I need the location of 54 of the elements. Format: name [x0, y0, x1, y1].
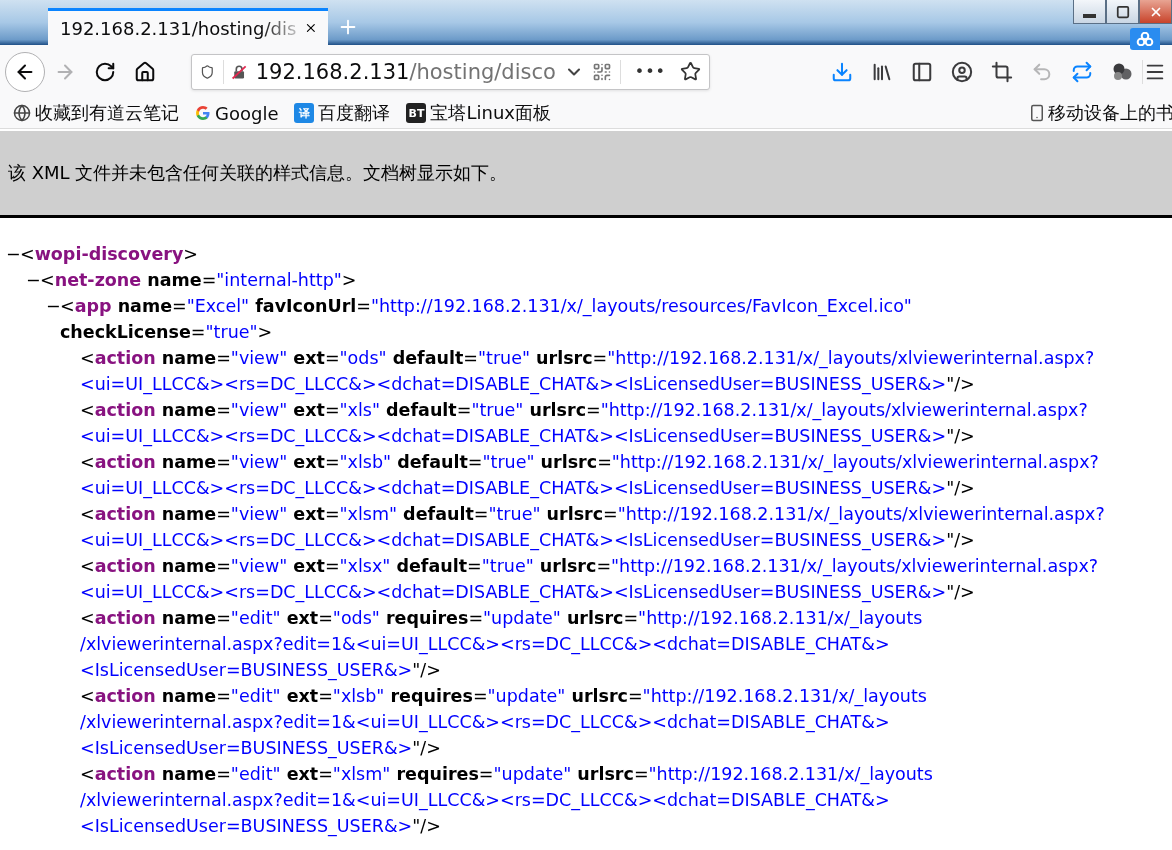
- xml-line: <action name="view" ext="xlsm" default="true" urlsrc="http://192.168.2.131/x/_layouts/xlviewerinternal.aspx?: [80, 503, 1106, 527]
- back-button[interactable]: [5, 51, 45, 92]
- xml-line: <action name="view" ext="ods" default="true" urlsrc="http://192.168.2.131/x/_layouts/xlviewerinternal.aspx?: [80, 347, 1096, 371]
- tab-title: 192.168.2.131/hosting/dis: [60, 17, 297, 39]
- browser-tab[interactable]: 192.168.2.131/hosting/dis: [48, 8, 328, 45]
- collapse-toggle[interactable]: −: [6, 241, 20, 267]
- bookmark-link[interactable]: Google: [195, 102, 279, 124]
- bookmark-label: Google: [215, 102, 279, 124]
- xml-line: <ui=UI_LLCC&><rs=DC_LLCC&><dchat=DISABLE_CHAT&><IsLicensedUser=BUSINESS_USER&>"/>: [80, 477, 976, 501]
- xml-line: <IsLicensedUser=BUSINESS_USER&>"/>: [80, 659, 442, 683]
- bookmark-link[interactable]: 译 百度翻译: [294, 101, 391, 125]
- maximize-button[interactable]: [1106, 0, 1139, 24]
- google-icon: [195, 105, 211, 121]
- xml-line: <action name="view" ext="xls" default="true" urlsrc="http://192.168.2.131/x/_layouts/xlviewerinternal.aspx?: [80, 399, 1089, 423]
- bookmark-label: 宝塔Linux面板: [430, 101, 551, 125]
- collapse-toggle[interactable]: −: [46, 293, 60, 319]
- favicon-badge: 译: [294, 103, 315, 123]
- favicon-badge: BT: [406, 103, 427, 123]
- collapse-toggle[interactable]: −: [26, 267, 40, 293]
- xml-line: /xlviewerinternal.aspx?edit=1&<ui=UI_LLCC&><rs=DC_LLCC&><dchat=DISABLE_CHAT&>: [80, 633, 891, 657]
- url-text: 192.168.2.131/hosting/disco: [255, 59, 556, 84]
- star-icon[interactable]: [680, 61, 701, 82]
- xml-line: <ui=UI_LLCC&><rs=DC_LLCC&><dchat=DISABLE_CHAT&><IsLicensedUser=BUSINESS_USER&>"/>: [80, 425, 976, 449]
- minimize-icon: [1083, 13, 1096, 18]
- bookmark-label: 百度翻译: [318, 101, 391, 125]
- xml-line: checkLicense="true">: [60, 321, 274, 344]
- qr-code-icon[interactable]: [591, 61, 612, 82]
- page-actions-button[interactable]: •••: [634, 62, 666, 81]
- xml-line: <net-zone name="internal-http">: [40, 269, 357, 292]
- xml-line: <action name="view" ext="xlsx" default="true" urlsrc="http://192.168.2.131/x/_layouts/xlviewerinternal.aspx?: [80, 555, 1100, 579]
- reload-icon[interactable]: [94, 60, 116, 83]
- globe-icon: [13, 104, 31, 122]
- xml-line: <IsLicensedUser=BUSINESS_USER&>"/>: [80, 815, 442, 839]
- xml-line: <IsLicensedUser=BUSINESS_USER&>"/>: [80, 737, 442, 761]
- xml-line: <action name="view" ext="xlsb" default="true" urlsrc="http://192.168.2.131/x/_layouts/xlviewerinternal.aspx?: [80, 451, 1100, 475]
- xml-line: <wopi-discovery>: [20, 243, 198, 266]
- phone-icon: [1028, 104, 1046, 122]
- shield-icon[interactable]: [200, 62, 215, 81]
- xml-line: <ui=UI_LLCC&><rs=DC_LLCC&><dchat=DISABLE_CHAT&><IsLicensedUser=BUSINESS_USER&>"/>: [80, 529, 976, 553]
- bookmark-link[interactable]: BT 宝塔Linux面板: [406, 101, 551, 125]
- minimize-button[interactable]: [1073, 0, 1106, 24]
- banner-text: 该 XML 文件并未包含任何关联的样式信息。文档树显示如下。: [8, 161, 508, 185]
- xml-line: <action name="edit" ext="xlsm" requires="update" urlsrc="http://192.168.2.131/x/_layouts: [80, 763, 934, 787]
- xml-line: <app name="Excel" favIconUrl="http://192.168.2.131/x/_layouts/resources/FavIcon_Excel.ico": [60, 295, 912, 319]
- close-button[interactable]: [1139, 0, 1172, 24]
- xml-line: <action name="edit" ext="ods" requires="update" urlsrc="http://192.168.2.131/x/_layouts: [80, 607, 924, 631]
- maximize-icon: [1115, 4, 1130, 19]
- address-bar[interactable]: 192.168.2.131/hosting/disco •••: [191, 53, 710, 90]
- home-icon[interactable]: [134, 60, 156, 83]
- xml-line: <ui=UI_LLCC&><rs=DC_LLCC&><dchat=DISABLE_CHAT&><IsLicensedUser=BUSINESS_USER&>"/>: [80, 373, 976, 397]
- xml-line: <action name="edit" ext="xlsb" requires="update" urlsrc="http://192.168.2.131/x/_layouts: [80, 685, 928, 709]
- xml-line: /xlviewerinternal.aspx?edit=1&<ui=UI_LLCC&><rs=DC_LLCC&><dchat=DISABLE_CHAT&>: [80, 789, 891, 813]
- xml-line: <ui=UI_LLCC&><rs=DC_LLCC&><dchat=DISABLE_CHAT&><IsLicensedUser=BUSINESS_USER&>"/>: [80, 581, 976, 605]
- xml-line: /xlviewerinternal.aspx?edit=1&<ui=UI_LLCC&><rs=DC_LLCC&><dchat=DISABLE_CHAT&>: [80, 711, 891, 735]
